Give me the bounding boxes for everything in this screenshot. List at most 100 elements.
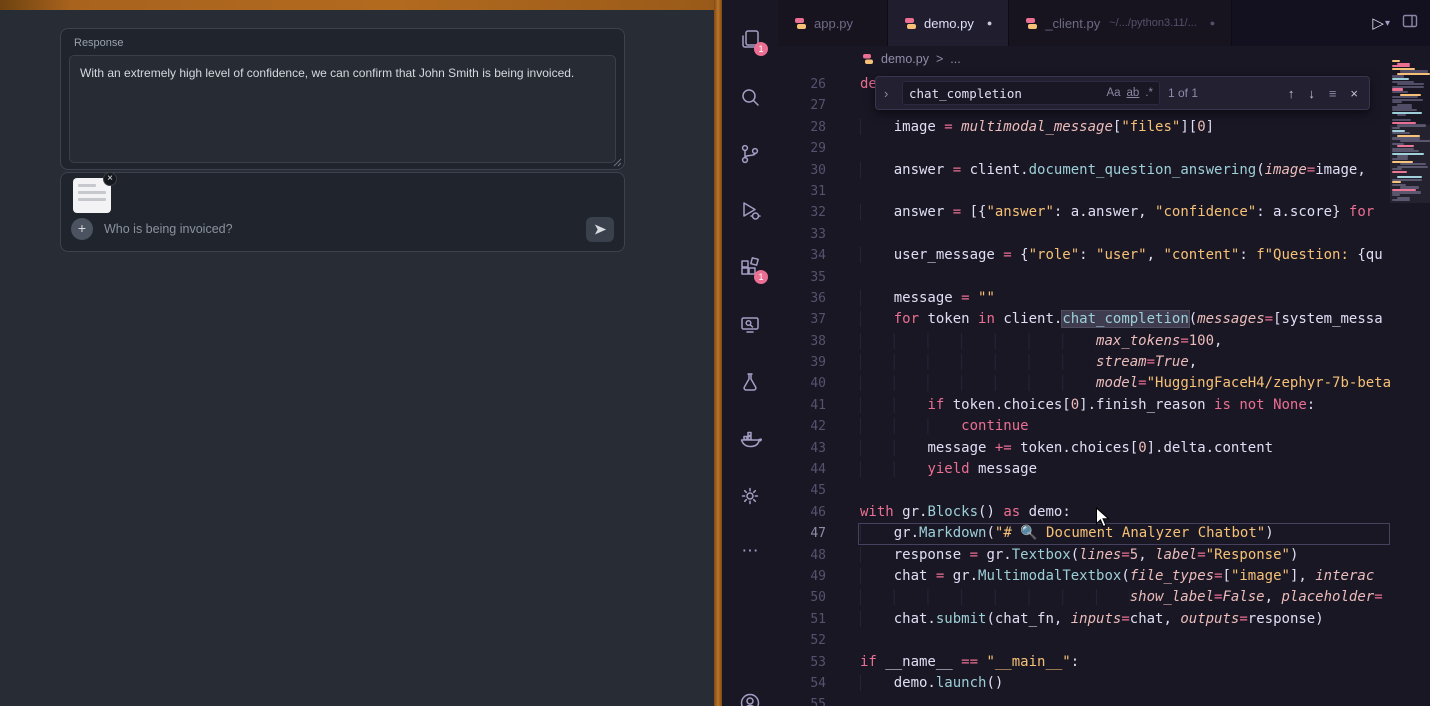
send-button[interactable] [586, 217, 614, 242]
code-line[interactable]: 48 response = gr.Textbox(lines=5, label=… [778, 545, 1390, 566]
explorer-icon[interactable]: 1 [738, 28, 762, 52]
tab-demo-py[interactable]: demo.py ● [888, 0, 1009, 46]
whole-word-icon[interactable]: ab [1127, 87, 1140, 99]
explorer-badge: 1 [754, 42, 768, 56]
line-number: 27 [778, 95, 836, 116]
find-input[interactable]: chat_completion Aa ab .* [902, 81, 1160, 105]
response-label: Response [74, 37, 124, 49]
extensions-icon[interactable]: 1 [738, 256, 762, 280]
code-line[interactable]: 34 user_message = {"role": "user", "cont… [778, 245, 1390, 266]
multimodal-textbox: × + Who is being invoiced? [60, 172, 625, 252]
code-line[interactable]: 36 message = "" [778, 288, 1390, 309]
line-number: 34 [778, 245, 836, 266]
resize-grip-icon[interactable] [613, 158, 622, 167]
add-file-button[interactable]: + [71, 218, 93, 240]
remove-attachment-button[interactable]: × [103, 172, 117, 186]
code-line[interactable]: 29 [778, 138, 1390, 159]
code-line[interactable]: 28 image = multimodal_message["files"][0… [778, 117, 1390, 138]
previous-match-icon[interactable]: ↑ [1285, 86, 1298, 101]
docker-icon[interactable] [738, 427, 762, 451]
remote-preview-icon[interactable] [738, 313, 762, 337]
search-icon[interactable] [738, 85, 762, 109]
line-number: 28 [778, 117, 836, 138]
tab-app-py[interactable]: app.py [778, 0, 888, 46]
code-line[interactable]: 39 stream=True, [778, 352, 1390, 373]
code-line[interactable]: 54 demo.launch() [778, 673, 1390, 694]
editor-tab-bar: app.py demo.py ● _client.py ~/.../python… [778, 0, 1430, 46]
split-divider[interactable] [714, 0, 722, 706]
minimap[interactable] [1390, 46, 1430, 706]
more-views-icon[interactable]: ⋯ [738, 541, 762, 565]
line-number: 42 [778, 416, 836, 437]
attached-image-thumbnail[interactable]: × [73, 178, 111, 213]
source-control-icon[interactable] [738, 142, 762, 166]
vscode-pane: app.py demo.py ● _client.py ~/.../python… [722, 0, 1430, 706]
testing-flask-icon[interactable] [738, 370, 762, 394]
settings-gear-icon[interactable] [738, 484, 762, 508]
regex-icon[interactable]: .* [1145, 87, 1153, 99]
code-line[interactable]: 35 [778, 267, 1390, 288]
modified-dot-icon[interactable]: ● [987, 18, 992, 28]
code-line[interactable]: 31 [778, 181, 1390, 202]
code-line[interactable]: 32 answer = [{"answer": a.answer, "confi… [778, 202, 1390, 223]
code-line[interactable]: 37 for token in client.chat_completion(m… [778, 309, 1390, 330]
code-line[interactable]: 51 chat.submit(chat_fn, inputs=chat, out… [778, 609, 1390, 630]
tab-label: _client.py [1045, 16, 1100, 31]
code-lines: 26de2728 image = multimodal_message["fil… [778, 74, 1390, 706]
line-number: 30 [778, 160, 836, 181]
find-in-selection-icon[interactable]: ≡ [1326, 86, 1340, 101]
close-find-icon[interactable]: × [1347, 86, 1361, 101]
response-block: Response With an extremely high level of… [60, 28, 625, 170]
line-number: 49 [778, 566, 836, 587]
line-number: 50 [778, 587, 836, 608]
tab-label: demo.py [924, 16, 974, 31]
code-line[interactable]: 43 message += token.choices[0].delta.con… [778, 438, 1390, 459]
toggle-replace-chevron-icon[interactable]: › [884, 86, 894, 101]
code-line[interactable]: 38 max_tokens=100, [778, 331, 1390, 352]
code-line[interactable]: 42 continue [778, 416, 1390, 437]
code-line[interactable]: 53if __name__ == "__main__": [778, 652, 1390, 673]
breadcrumb-more[interactable]: ... [950, 52, 960, 66]
code-line[interactable]: 49 chat = gr.MultimodalTextbox(file_type… [778, 566, 1390, 587]
code-line[interactable]: 44 yield message [778, 459, 1390, 480]
tab-path: ~/.../python3.11/... [1109, 17, 1197, 29]
find-widget: › chat_completion Aa ab .* 1 of 1 ↑ ↓ ≡ … [875, 76, 1370, 110]
breadcrumb[interactable]: demo.py > ... [778, 46, 1390, 72]
breadcrumb-file[interactable]: demo.py [881, 52, 929, 66]
line-number: 54 [778, 673, 836, 694]
editor-layout-button[interactable] [1402, 13, 1418, 34]
code-line[interactable]: 45 [778, 480, 1390, 501]
response-textarea[interactable]: With an extremely high level of confiden… [69, 55, 616, 163]
code-line[interactable]: 52 [778, 630, 1390, 651]
code-line[interactable]: 55 [778, 694, 1390, 706]
run-debug-icon[interactable] [738, 199, 762, 223]
code-line[interactable]: 40 model="HuggingFaceH4/zephyr-7b-beta [778, 373, 1390, 394]
python-file-icon [862, 53, 874, 65]
tab-client-py[interactable]: _client.py ~/.../python3.11/... ● [1009, 0, 1232, 46]
breadcrumb-separator: > [936, 52, 943, 66]
line-number: 37 [778, 309, 836, 330]
chat-input-placeholder[interactable]: Who is being invoiced? [104, 222, 233, 236]
next-match-icon[interactable]: ↓ [1305, 86, 1318, 101]
minimap-slider[interactable] [1390, 125, 1430, 203]
send-icon [593, 222, 608, 237]
code-editor[interactable]: 26de2728 image = multimodal_message["fil… [778, 74, 1390, 706]
run-python-file-button[interactable]: ▷ ▾ [1372, 14, 1390, 32]
chevron-down-icon: ▾ [1385, 18, 1390, 29]
code-line[interactable]: 33 [778, 224, 1390, 245]
find-query[interactable]: chat_completion [909, 86, 1100, 101]
line-number: 26 [778, 74, 836, 95]
code-line[interactable]: 30 answer = client.document_question_ans… [778, 160, 1390, 181]
code-line[interactable]: 46with gr.Blocks() as demo: [778, 502, 1390, 523]
modified-dot-icon[interactable]: ● [1210, 18, 1215, 28]
code-line[interactable]: 41 if token.choices[0].finish_reason is … [778, 395, 1390, 416]
match-case-icon[interactable]: Aa [1106, 87, 1120, 99]
line-number: 32 [778, 202, 836, 223]
find-matches-count: 1 of 1 [1168, 86, 1198, 100]
run-icon: ▷ [1372, 14, 1384, 32]
code-line[interactable]: 47 gr.Markdown("# 🔍 Document Analyzer Ch… [778, 523, 1390, 544]
line-number: 43 [778, 438, 836, 459]
line-number: 35 [778, 267, 836, 288]
code-line[interactable]: 50 show_label=False, placeholder= [778, 587, 1390, 608]
account-icon[interactable] [738, 691, 762, 706]
